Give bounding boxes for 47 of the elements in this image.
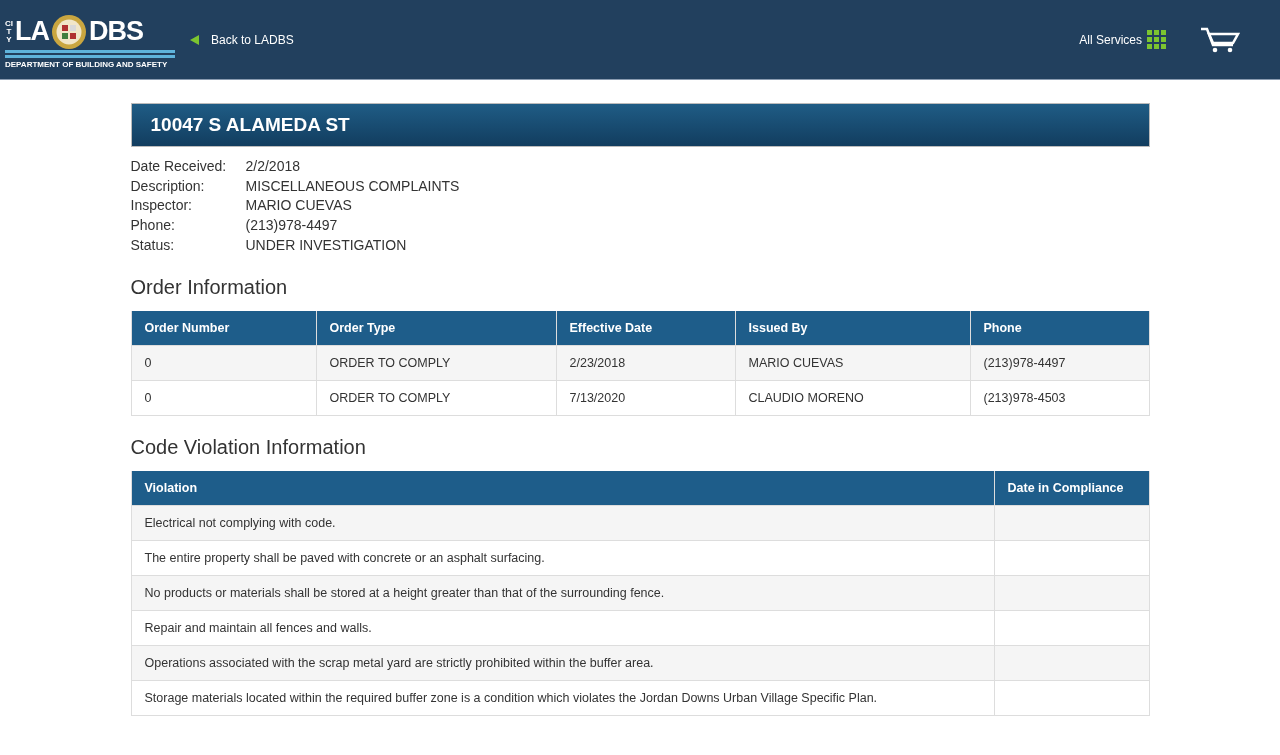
logo-city-text: CITY <box>5 19 13 44</box>
table-cell: (213)978-4503 <box>970 380 1149 415</box>
detail-value: MISCELLANEOUS COMPLAINTS <box>245 176 460 196</box>
column-header: Effective Date <box>556 310 735 345</box>
detail-label: Inspector: <box>130 196 193 216</box>
back-arrow-icon <box>190 34 199 45</box>
table-cell: 0 <box>131 345 316 380</box>
section-heading: Code Violation Information <box>130 435 367 459</box>
table-cell: The entire property shall be paved with concrete or an asphalt surfacing. <box>131 540 994 575</box>
logo-la-text: LA <box>15 16 49 47</box>
table-cell: Operations associated with the scrap metal yard are strictly prohibited within the buffer area. <box>131 645 994 680</box>
cart-icon[interactable] <box>1200 26 1240 53</box>
table-cell: (213)978-4497 <box>970 345 1149 380</box>
column-header: Order Type <box>316 310 556 345</box>
detail-label: Date Received: <box>130 157 228 176</box>
detail-label: Status: <box>130 235 176 255</box>
table-cell: ORDER TO COMPLY <box>316 345 556 380</box>
column-header: Order Number <box>131 310 316 345</box>
detail-label: Description: <box>130 176 206 196</box>
table-cell: Electrical not complying with code. <box>131 505 994 540</box>
column-header: Issued By <box>735 310 970 345</box>
detail-value: (213)978-4497 <box>245 216 339 236</box>
back-link[interactable]: Back to LADBS <box>211 32 294 47</box>
all-services-link[interactable]: All Services <box>1079 32 1142 47</box>
section-heading: Order Information <box>130 275 289 299</box>
column-header: Violation <box>131 470 994 505</box>
table-cell: Repair and maintain all fences and walls. <box>131 610 994 645</box>
table-cell: Storage materials located within the required buffer zone is a condition which violates the Jordan Downs Urban Village Specific Plan. <box>131 680 994 715</box>
grid-icon[interactable] <box>1147 29 1167 50</box>
table-cell: CLAUDIO MORENO <box>735 380 970 415</box>
logo-dbs-text: DBS <box>89 16 143 47</box>
city-seal-icon <box>51 13 87 50</box>
logo-stripes-icon <box>5 49 175 59</box>
detail-value: UNDER INVESTIGATION <box>245 235 408 255</box>
table-cell: No products or materials shall be stored at a height greater than that of the surrounding fence. <box>131 575 994 610</box>
table-cell: MARIO CUEVAS <box>735 345 970 380</box>
column-header: Date in Compliance <box>994 470 1149 505</box>
column-header: Phone <box>970 310 1149 345</box>
address-title: 10047 S ALAMEDA ST <box>130 103 1150 147</box>
table-cell: 2/23/2018 <box>556 345 735 380</box>
logo-subtitle: DEPARTMENT OF BUILDING AND SAFETY <box>5 59 169 69</box>
table-cell: ORDER TO COMPLY <box>316 380 556 415</box>
detail-label: Phone: <box>130 216 176 236</box>
table-cell: 7/13/2020 <box>556 380 735 415</box>
detail-value: 2/2/2018 <box>245 157 301 176</box>
table-cell: 0 <box>131 380 316 415</box>
detail-value: MARIO CUEVAS <box>245 196 353 216</box>
